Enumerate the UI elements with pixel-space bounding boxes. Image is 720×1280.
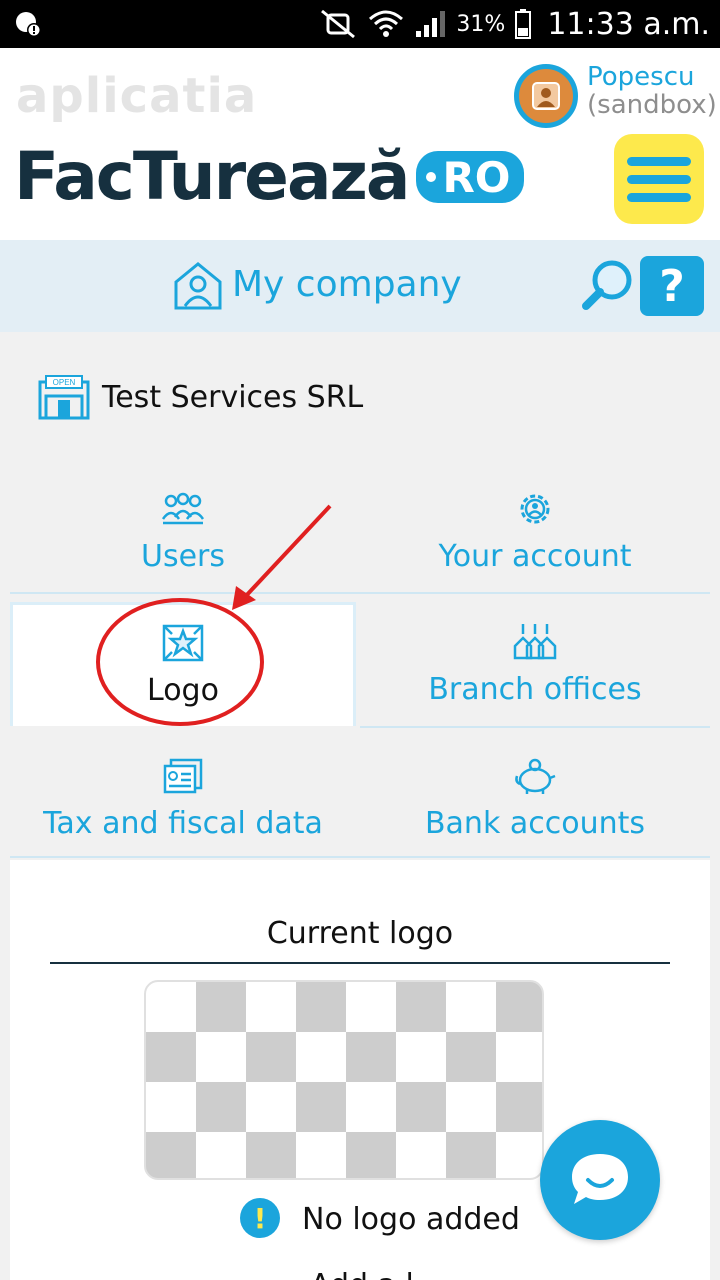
tab-your-account[interactable]: Your account xyxy=(360,470,710,592)
menu-bar xyxy=(627,192,691,202)
company-icon-sign: OPEN xyxy=(53,378,76,387)
brand-suffix: RO xyxy=(442,152,511,202)
app-header: aplicatia FacTurează RO Popescu (sandbox… xyxy=(0,48,720,240)
mute-icon xyxy=(321,9,356,39)
hamburger-menu-button[interactable] xyxy=(614,134,704,224)
tab-logo-label: Logo xyxy=(147,673,219,708)
tab-tax-fiscal-data-label: Tax and fiscal data xyxy=(43,805,323,841)
add-logo-heading: Add a l xyxy=(310,1268,414,1280)
search-icon[interactable] xyxy=(580,258,634,312)
brand-dot xyxy=(426,172,437,182)
tab-your-account-label: Your account xyxy=(438,538,632,574)
tab-logo[interactable]: Logo xyxy=(10,602,356,726)
tab-branch-offices-label: Branch offices xyxy=(428,671,642,707)
gear-user-icon xyxy=(520,494,550,523)
logo-star-icon xyxy=(162,624,204,662)
tab-users[interactable]: Users xyxy=(10,470,356,592)
battery-percent: 31% xyxy=(456,11,506,37)
tab-branch-offices[interactable]: Branch offices xyxy=(360,602,710,726)
brand-name: FacTurează xyxy=(14,138,410,215)
tile-divider xyxy=(10,856,710,858)
menu-bar xyxy=(627,156,691,166)
clock: 11:33 a.m. xyxy=(547,6,710,42)
chat-button[interactable] xyxy=(540,1120,660,1240)
help-button[interactable]: ? xyxy=(640,256,704,316)
menu-bar xyxy=(627,174,691,184)
users-icon xyxy=(161,492,205,524)
page-title: My company xyxy=(232,264,462,305)
status-bar: 31% 11:33 a.m. xyxy=(0,0,720,48)
chat-bubble-icon xyxy=(572,1154,628,1204)
tab-tax-fiscal-data[interactable]: Tax and fiscal data xyxy=(10,740,356,856)
user-name[interactable]: Popescu xyxy=(587,62,694,92)
tab-bank-accounts-label: Bank accounts xyxy=(424,805,646,841)
brand-logo[interactable]: FacTurează RO xyxy=(14,138,525,215)
signal-icon xyxy=(416,11,446,37)
panel-heading: Current logo xyxy=(266,916,454,951)
notification-icon xyxy=(16,12,41,37)
user-environment: (sandbox) xyxy=(587,90,717,120)
warning-icon: ! xyxy=(240,1198,280,1238)
brand-suffix-badge: RO xyxy=(416,151,525,203)
app-label: aplicatia xyxy=(16,68,258,124)
company-name: Test Services SRL xyxy=(102,380,364,415)
company-shop-icon: OPEN xyxy=(38,375,90,420)
no-logo-message: No logo added xyxy=(302,1202,520,1237)
company-user-icon xyxy=(174,262,222,310)
tab-bank-accounts[interactable]: Bank accounts xyxy=(360,740,710,856)
panel-divider xyxy=(50,962,670,964)
avatar[interactable] xyxy=(514,64,578,128)
page-title-bar: My company ? xyxy=(0,240,720,332)
user-avatar-icon xyxy=(532,82,560,110)
branch-offices-icon xyxy=(513,623,557,659)
piggy-bank-icon xyxy=(515,758,556,794)
battery-icon xyxy=(515,9,532,39)
tile-divider xyxy=(10,592,710,594)
logo-placeholder-image xyxy=(144,980,544,1180)
fiscal-card-icon xyxy=(163,758,203,793)
tab-users-label: Users xyxy=(140,538,225,574)
tile-divider xyxy=(360,726,710,728)
wifi-icon xyxy=(369,10,404,37)
